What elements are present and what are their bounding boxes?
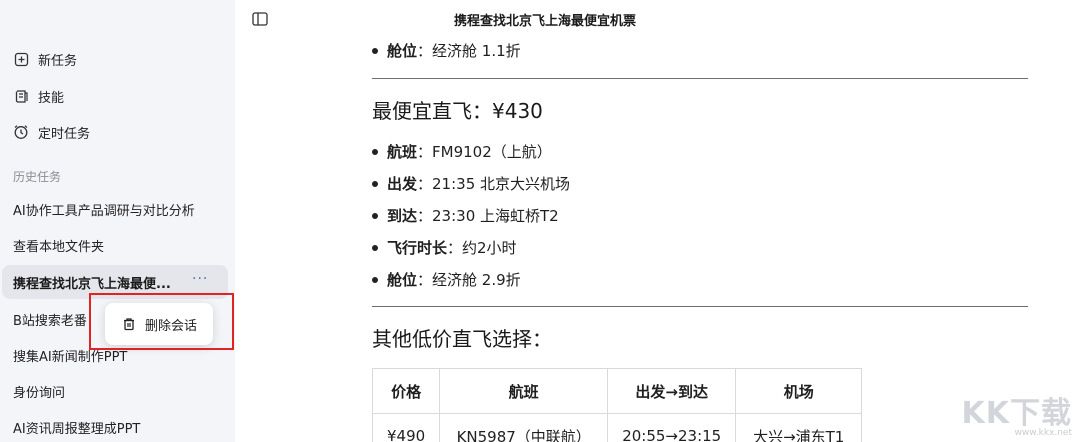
skill-icon	[13, 88, 29, 104]
list-item: 舱位 ：经济舱 1.1折	[372, 40, 521, 61]
history-item[interactable]: 身份询问	[13, 382, 65, 401]
list-item: 飞行时长 ：约2小时	[372, 237, 517, 258]
list-item-value: ：23:30 上海虹桥T2	[417, 207, 559, 225]
list-item-key: 到达	[387, 207, 418, 225]
cheapest-heading: 最便宜直飞：¥430	[372, 99, 543, 123]
list-item-value: ：21:35 北京大兴机场	[417, 175, 571, 193]
table-cell: 20:55→23:15	[607, 413, 737, 442]
table-row: ¥490 KN5987（中联航） 20:55→23:15 大兴→浦东T1	[371, 413, 863, 442]
history-section-title: 历史任务	[13, 170, 62, 184]
divider	[372, 306, 1028, 307]
divider	[372, 78, 1028, 79]
list-item: 到达 ：23:30 上海虹桥T2	[372, 205, 559, 226]
history-item[interactable]: AI资讯周报整理成PPT	[13, 418, 140, 437]
nav-skills-label: 技能	[38, 90, 65, 106]
list-item-key: 飞行时长	[387, 239, 448, 257]
nav-scheduled-tasks-label: 定时任务	[38, 126, 91, 142]
sidebar: 新任务 技能 定时任务 历史任务 AI协作工具产品调研与对比分析 查看本地文件夹…	[0, 0, 235, 442]
watermark-logo: KK下载 www.kkx.net	[962, 388, 1073, 438]
page-title: 携程查找北京飞上海最便宜机票	[453, 14, 636, 29]
table-cell: 大兴→浦东T1	[735, 413, 863, 442]
flights-table: 价格 航班 出发→到达 机场 ¥490 KN5987（中联航） 20:55→23…	[371, 368, 863, 442]
table-header-cell: 航班	[439, 368, 609, 414]
table-header-row: 价格 航班 出发→到达 机场	[371, 368, 863, 414]
history-item[interactable]: B站搜索老番	[13, 310, 87, 329]
list-item-value: ：经济舱 1.1折	[417, 42, 521, 60]
list-item-key: 航班	[387, 143, 418, 161]
list-item-value: ：约2小时	[447, 239, 517, 257]
sidebar-toggle-icon[interactable]	[252, 11, 268, 26]
list-item-key: 舱位	[387, 42, 418, 60]
watermark-text: KK下载	[961, 396, 1072, 431]
nav-new-task-label: 新任务	[38, 53, 78, 69]
table-cell: ¥490	[371, 413, 441, 442]
new-task-icon	[13, 51, 29, 67]
list-item-key: 舱位	[387, 271, 418, 289]
nav-new-task[interactable]: 新任务	[13, 47, 77, 71]
list-item: 出发 ：21:35 北京大兴机场	[372, 173, 570, 194]
nav-skills[interactable]: 技能	[13, 84, 64, 108]
history-item[interactable]: AI协作工具产品调研与对比分析	[13, 200, 195, 219]
other-options-heading: 其他低价直飞选择：	[372, 327, 552, 351]
history-item[interactable]: 查看本地文件夹	[13, 236, 104, 255]
more-options-icon[interactable]: ···	[192, 271, 208, 287]
list-item: 航班 ：FM9102（上航）	[372, 141, 552, 162]
history-item-label: 携程查找北京飞上海最便...	[13, 277, 171, 292]
list-item-value: ：FM9102（上航）	[417, 143, 552, 161]
list-item-value: ：经济舱 2.9折	[417, 271, 521, 289]
list-item-key: 出发	[387, 175, 418, 193]
highlight-box	[89, 293, 234, 350]
nav-scheduled-tasks[interactable]: 定时任务	[13, 120, 90, 144]
table-header-cell: 出发→到达	[607, 368, 737, 414]
table-cell: KN5987（中联航）	[439, 413, 609, 442]
table-header-cell: 价格	[371, 368, 441, 414]
table-header-cell: 机场	[735, 368, 863, 414]
clock-icon	[13, 124, 29, 140]
list-item: 舱位 ：经济舱 2.9折	[372, 269, 521, 290]
